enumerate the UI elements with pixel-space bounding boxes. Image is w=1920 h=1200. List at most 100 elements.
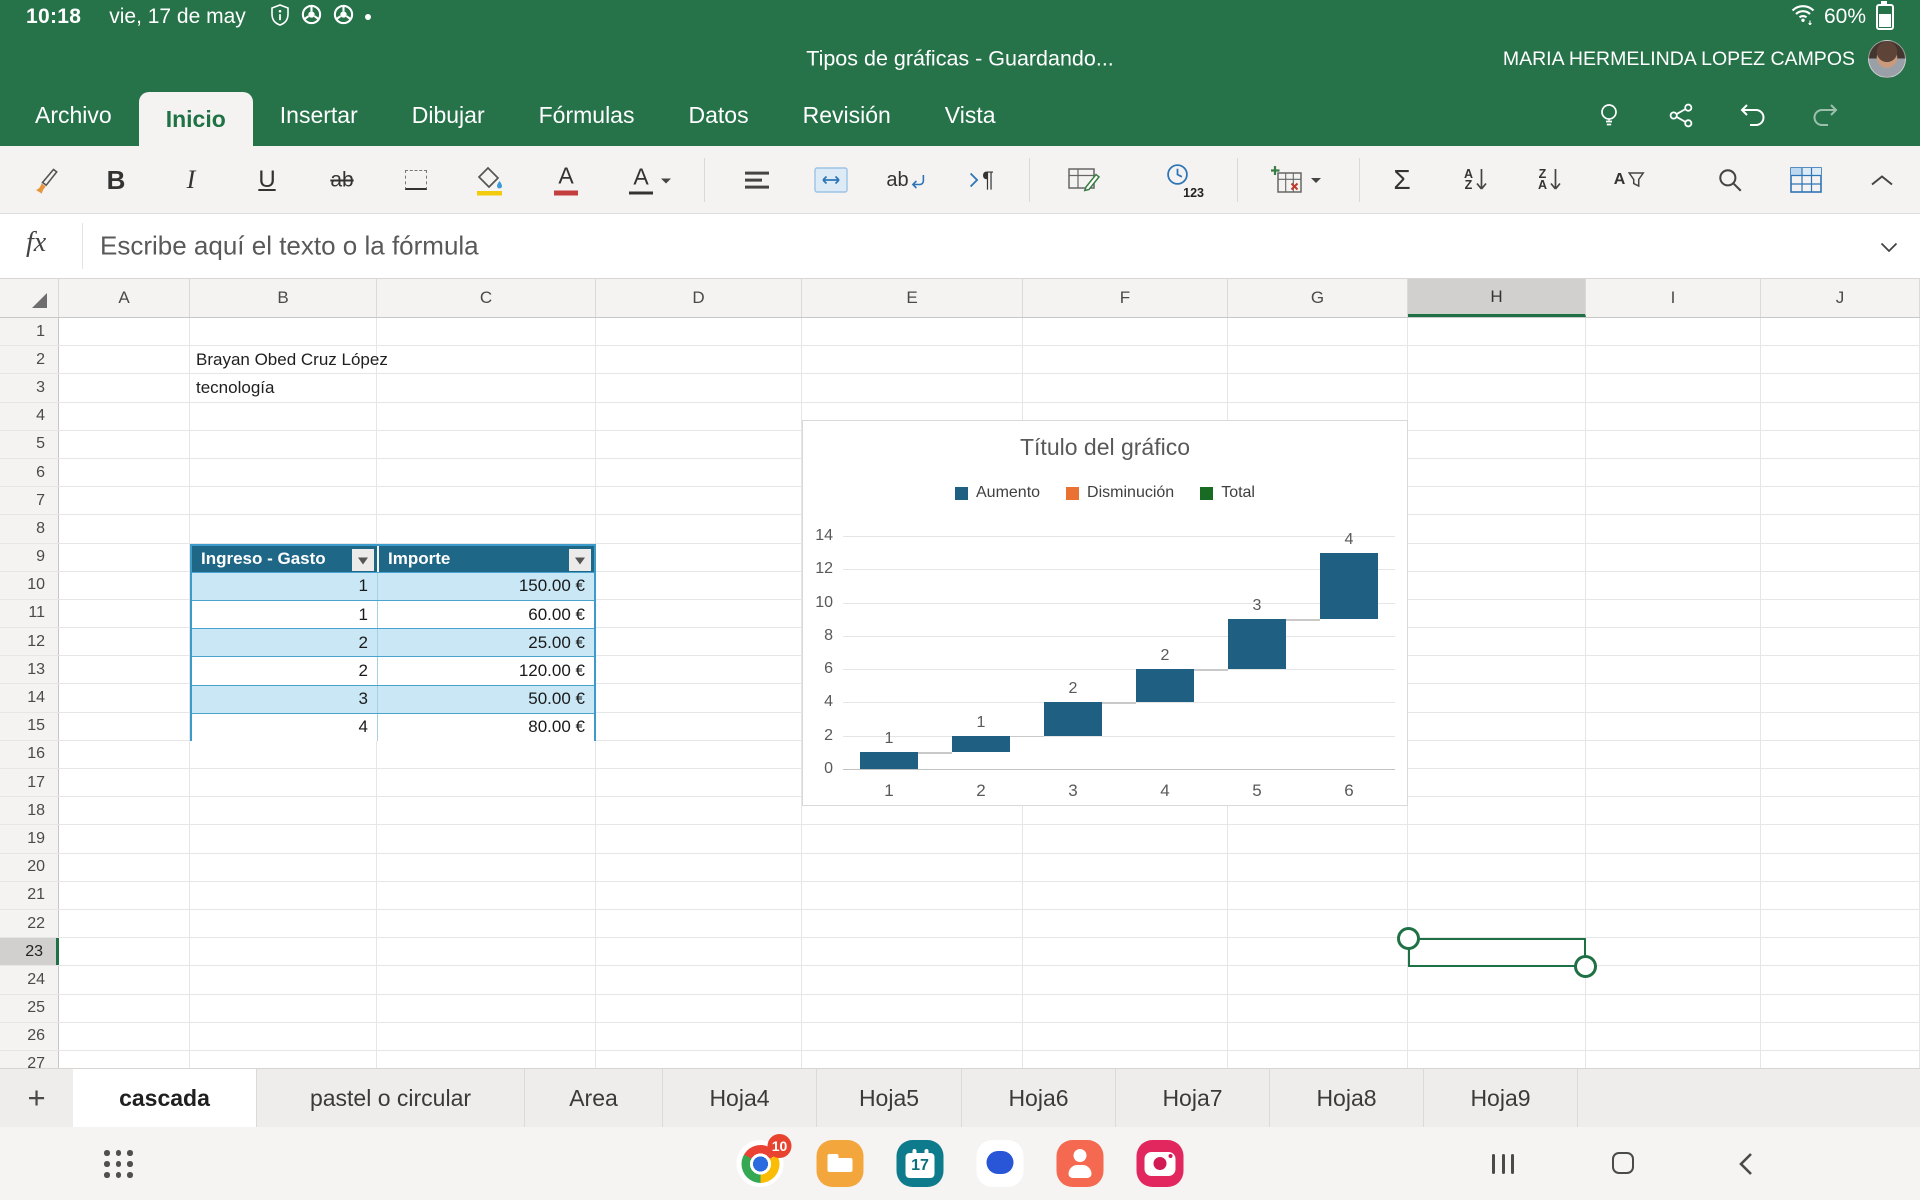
cell-C23[interactable] bbox=[377, 938, 596, 965]
cell-I20[interactable] bbox=[1586, 854, 1761, 881]
cell-F1[interactable] bbox=[1023, 318, 1228, 345]
cell-D6[interactable] bbox=[596, 459, 802, 486]
fill-color-button[interactable] bbox=[474, 164, 506, 196]
cell-H14[interactable] bbox=[1408, 684, 1586, 711]
cell-C25[interactable] bbox=[377, 995, 596, 1022]
row-header-4[interactable]: 4 bbox=[0, 403, 59, 430]
home-button[interactable] bbox=[1612, 1152, 1634, 1174]
column-header-B[interactable]: B bbox=[190, 279, 377, 317]
table-cell[interactable]: 1 bbox=[192, 573, 377, 600]
row-header-23[interactable]: 23 bbox=[0, 938, 59, 965]
column-header-F[interactable]: F bbox=[1023, 279, 1228, 317]
cell-I4[interactable] bbox=[1586, 403, 1761, 430]
cell-J7[interactable] bbox=[1761, 487, 1920, 514]
row-header-16[interactable]: 16 bbox=[0, 741, 59, 768]
row-header-7[interactable]: 7 bbox=[0, 487, 59, 514]
row-header-25[interactable]: 25 bbox=[0, 995, 59, 1022]
cell-A4[interactable] bbox=[59, 403, 190, 430]
table-cell[interactable]: 120.00 € bbox=[377, 657, 594, 684]
cell-D18[interactable] bbox=[596, 797, 802, 824]
cell-B26[interactable] bbox=[190, 1023, 377, 1050]
cell-D25[interactable] bbox=[596, 995, 802, 1022]
cell-I19[interactable] bbox=[1586, 825, 1761, 852]
cell-I21[interactable] bbox=[1586, 882, 1761, 909]
cell-B24[interactable] bbox=[190, 966, 377, 993]
ribbon-tab-dibujar[interactable]: Dibujar bbox=[385, 84, 512, 146]
cell-A1[interactable] bbox=[59, 318, 190, 345]
row-header-5[interactable]: 5 bbox=[0, 431, 59, 458]
collapse-ribbon-button[interactable] bbox=[1870, 174, 1894, 187]
cell-G21[interactable] bbox=[1228, 882, 1408, 909]
cell-I9[interactable] bbox=[1586, 544, 1761, 571]
waterfall-bar[interactable] bbox=[952, 736, 1010, 753]
sheet-tab-pastel-o-circular[interactable]: pastel o circular bbox=[257, 1069, 525, 1127]
cell-B16[interactable] bbox=[190, 741, 377, 768]
cell-I18[interactable] bbox=[1586, 797, 1761, 824]
font-color-picker-button[interactable]: A bbox=[629, 166, 671, 195]
cell-I15[interactable] bbox=[1586, 713, 1761, 740]
cell-B8[interactable] bbox=[190, 515, 377, 542]
contacts-app-icon[interactable] bbox=[1057, 1140, 1104, 1187]
cell-H5[interactable] bbox=[1408, 431, 1586, 458]
table-cell[interactable]: 3 bbox=[192, 686, 377, 713]
cell-A18[interactable] bbox=[59, 797, 190, 824]
formula-input-placeholder[interactable]: Escribe aquí el texto o la fórmula bbox=[100, 231, 479, 262]
camera-app-icon[interactable] bbox=[1137, 1140, 1184, 1187]
cell-F25[interactable] bbox=[1023, 995, 1228, 1022]
cell-H6[interactable] bbox=[1408, 459, 1586, 486]
cell-J3[interactable] bbox=[1761, 374, 1920, 401]
cell-E2[interactable] bbox=[802, 346, 1023, 373]
cell-A8[interactable] bbox=[59, 515, 190, 542]
select-all-corner[interactable] bbox=[0, 279, 59, 317]
cell-G19[interactable] bbox=[1228, 825, 1408, 852]
cell-D19[interactable] bbox=[596, 825, 802, 852]
cell-I26[interactable] bbox=[1586, 1023, 1761, 1050]
table-cell[interactable]: 2 bbox=[192, 629, 377, 656]
undo-icon[interactable] bbox=[1738, 100, 1768, 130]
cell-B7[interactable] bbox=[190, 487, 377, 514]
cell-C3[interactable] bbox=[377, 374, 596, 401]
messages-app-icon[interactable] bbox=[977, 1140, 1024, 1187]
cell-J12[interactable] bbox=[1761, 628, 1920, 655]
borders-button[interactable] bbox=[405, 170, 427, 190]
cell-I6[interactable] bbox=[1586, 459, 1761, 486]
cell-J4[interactable] bbox=[1761, 403, 1920, 430]
filter-button[interactable]: A bbox=[1614, 171, 1645, 189]
cell-E19[interactable] bbox=[802, 825, 1023, 852]
cell-E27[interactable] bbox=[802, 1051, 1023, 1068]
table-cell[interactable]: 60.00 € bbox=[377, 601, 594, 628]
cell-I24[interactable] bbox=[1586, 966, 1761, 993]
freeze-panes-button[interactable] bbox=[1790, 167, 1822, 193]
cell-D2[interactable] bbox=[596, 346, 802, 373]
cell-C17[interactable] bbox=[377, 769, 596, 796]
cell-B27[interactable] bbox=[190, 1051, 377, 1068]
cell-B20[interactable] bbox=[190, 854, 377, 881]
table-cell[interactable]: 2 bbox=[192, 657, 377, 684]
column-header-G[interactable]: G bbox=[1228, 279, 1408, 317]
row-header-27[interactable]: 27 bbox=[0, 1051, 59, 1068]
cell-F19[interactable] bbox=[1023, 825, 1228, 852]
cell-E25[interactable] bbox=[802, 995, 1023, 1022]
cell-J20[interactable] bbox=[1761, 854, 1920, 881]
cell-J16[interactable] bbox=[1761, 741, 1920, 768]
cell-B4[interactable] bbox=[190, 403, 377, 430]
filter-dropdown-button[interactable] bbox=[569, 549, 591, 571]
cell-A15[interactable] bbox=[59, 713, 190, 740]
cell-F23[interactable] bbox=[1023, 938, 1228, 965]
cell-H27[interactable] bbox=[1408, 1051, 1586, 1068]
cell-A21[interactable] bbox=[59, 882, 190, 909]
waterfall-bar[interactable] bbox=[1320, 553, 1378, 620]
cell-J11[interactable] bbox=[1761, 600, 1920, 627]
cell-C6[interactable] bbox=[377, 459, 596, 486]
row-header-21[interactable]: 21 bbox=[0, 882, 59, 909]
cell-D27[interactable] bbox=[596, 1051, 802, 1068]
cell-I12[interactable] bbox=[1586, 628, 1761, 655]
cell-E1[interactable] bbox=[802, 318, 1023, 345]
cell-A9[interactable] bbox=[59, 544, 190, 571]
cell-D12[interactable] bbox=[596, 628, 802, 655]
apps-grid-button[interactable] bbox=[104, 1150, 133, 1178]
sheet-tab-hoja9[interactable]: Hoja9 bbox=[1424, 1069, 1578, 1127]
cell-E26[interactable] bbox=[802, 1023, 1023, 1050]
cell-B5[interactable] bbox=[190, 431, 377, 458]
formula-bar[interactable]: fx Escribe aquí el texto o la fórmula bbox=[0, 214, 1920, 279]
